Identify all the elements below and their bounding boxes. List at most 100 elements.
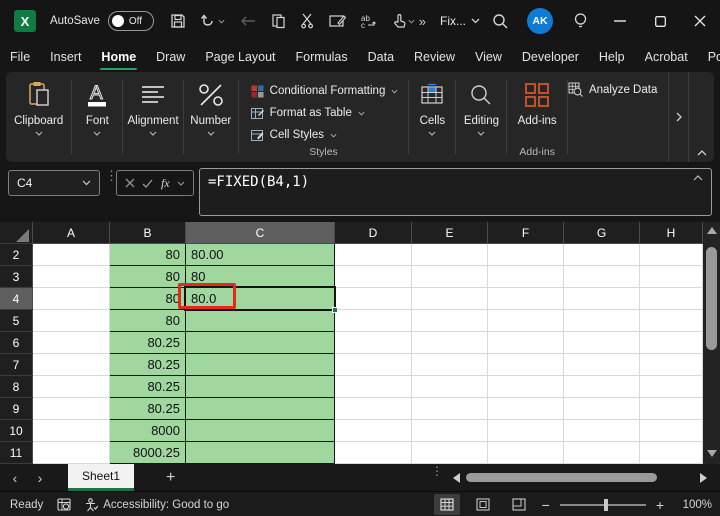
row-header-2[interactable]: 2 bbox=[0, 244, 33, 266]
sheet-tab-sheet1[interactable]: Sheet1 bbox=[68, 464, 135, 491]
document-title[interactable]: Fix... bbox=[440, 14, 480, 28]
cell-F6[interactable] bbox=[488, 332, 564, 354]
selection-fill-handle[interactable] bbox=[332, 307, 338, 313]
row-header-9[interactable]: 9 bbox=[0, 398, 33, 420]
cell-D4[interactable] bbox=[335, 288, 412, 310]
cell-F11[interactable] bbox=[488, 442, 564, 464]
cell-C7[interactable] bbox=[186, 354, 335, 376]
menu-tab-home[interactable]: Home bbox=[91, 43, 146, 71]
cell-G11[interactable] bbox=[564, 442, 640, 464]
cell-G9[interactable] bbox=[564, 398, 640, 420]
cell-C8[interactable] bbox=[186, 376, 335, 398]
vertical-scroll-thumb[interactable] bbox=[706, 247, 717, 350]
hscroll-handle[interactable]: ⋮ bbox=[431, 465, 443, 477]
scroll-down-icon[interactable] bbox=[706, 450, 717, 457]
row-header-10[interactable]: 10 bbox=[0, 420, 33, 442]
cell-H3[interactable] bbox=[640, 266, 703, 288]
column-header-G[interactable]: G bbox=[564, 222, 640, 244]
cell-H11[interactable] bbox=[640, 442, 703, 464]
column-header-C[interactable]: C bbox=[186, 222, 335, 244]
cell-D11[interactable] bbox=[335, 442, 412, 464]
menu-tab-insert[interactable]: Insert bbox=[40, 43, 91, 71]
view-page-break-button[interactable] bbox=[506, 494, 532, 515]
view-page-layout-button[interactable] bbox=[470, 494, 496, 515]
column-header-H[interactable]: H bbox=[640, 222, 703, 244]
macro-record-icon[interactable] bbox=[57, 498, 71, 511]
cell-B2[interactable]: 80 bbox=[110, 244, 186, 266]
menu-tab-draw[interactable]: Draw bbox=[146, 43, 195, 71]
row-header-7[interactable]: 7 bbox=[0, 354, 33, 376]
formula-input[interactable]: =FIXED(B4,1) bbox=[199, 168, 712, 216]
cell-F9[interactable] bbox=[488, 398, 564, 420]
cell-H9[interactable] bbox=[640, 398, 703, 420]
horizontal-scroll-thumb[interactable] bbox=[466, 473, 657, 482]
cell-C9[interactable] bbox=[186, 398, 335, 420]
cell-B4[interactable]: 80 bbox=[110, 288, 186, 310]
menu-tab-power-pivot[interactable]: Power Pivot bbox=[698, 43, 720, 71]
cell-D8[interactable] bbox=[335, 376, 412, 398]
cell-F8[interactable] bbox=[488, 376, 564, 398]
cell-B6[interactable]: 80.25 bbox=[110, 332, 186, 354]
column-header-B[interactable]: B bbox=[110, 222, 186, 244]
zoom-level[interactable]: 100% bbox=[674, 499, 712, 511]
editing-group[interactable]: Editing bbox=[456, 72, 506, 162]
menu-tab-view[interactable]: View bbox=[465, 43, 512, 71]
alignment-group[interactable]: Alignment bbox=[123, 72, 183, 162]
view-normal-button[interactable] bbox=[433, 494, 460, 515]
undo-button[interactable] bbox=[200, 13, 225, 29]
cell-E10[interactable] bbox=[412, 420, 488, 442]
row-header-4[interactable]: 4 bbox=[0, 288, 33, 310]
cell-G10[interactable] bbox=[564, 420, 640, 442]
addins-group[interactable]: Add-ins Add-ins bbox=[507, 72, 567, 162]
cell-G4[interactable] bbox=[564, 288, 640, 310]
add-sheet-button[interactable]: + bbox=[166, 469, 175, 487]
cell-D5[interactable] bbox=[335, 310, 412, 332]
cell-D10[interactable] bbox=[335, 420, 412, 442]
zoom-slider[interactable] bbox=[559, 498, 646, 511]
touch-mode-button[interactable] bbox=[392, 13, 415, 29]
column-header-A[interactable]: A bbox=[33, 222, 110, 244]
cell-B5[interactable]: 80 bbox=[110, 310, 186, 332]
cell-E3[interactable] bbox=[412, 266, 488, 288]
cell-A5[interactable] bbox=[33, 310, 110, 332]
maximize-button[interactable] bbox=[640, 0, 680, 42]
cell-A10[interactable] bbox=[33, 420, 110, 442]
select-all-corner[interactable] bbox=[0, 222, 33, 244]
row-header-3[interactable]: 3 bbox=[0, 266, 33, 288]
cell-E2[interactable] bbox=[412, 244, 488, 266]
cell-D6[interactable] bbox=[335, 332, 412, 354]
menu-tab-formulas[interactable]: Formulas bbox=[286, 43, 358, 71]
cell-D3[interactable] bbox=[335, 266, 412, 288]
copy-icon[interactable] bbox=[271, 13, 286, 29]
cell-H7[interactable] bbox=[640, 354, 703, 376]
cell-B3[interactable]: 80 bbox=[110, 266, 186, 288]
cell-B9[interactable]: 80.25 bbox=[110, 398, 186, 420]
cell-B11[interactable]: 8000.25 bbox=[110, 442, 186, 464]
menu-tab-help[interactable]: Help bbox=[589, 43, 635, 71]
cell-F7[interactable] bbox=[488, 354, 564, 376]
cell-D7[interactable] bbox=[335, 354, 412, 376]
cell-F3[interactable] bbox=[488, 266, 564, 288]
zoom-out-button[interactable]: − bbox=[542, 497, 550, 513]
zoom-slider-thumb[interactable] bbox=[603, 498, 608, 511]
row-header-6[interactable]: 6 bbox=[0, 332, 33, 354]
cancel-icon[interactable] bbox=[125, 178, 135, 188]
cell-C3[interactable]: 80 bbox=[186, 266, 335, 288]
menu-tab-developer[interactable]: Developer bbox=[512, 43, 589, 71]
cell-F10[interactable] bbox=[488, 420, 564, 442]
cell-E4[interactable] bbox=[412, 288, 488, 310]
cell-A8[interactable] bbox=[33, 376, 110, 398]
menu-tab-acrobat[interactable]: Acrobat bbox=[635, 43, 698, 71]
ribbon-expand-button[interactable] bbox=[667, 72, 690, 162]
chevron-down-icon[interactable] bbox=[177, 181, 185, 186]
menu-tab-page-layout[interactable]: Page Layout bbox=[195, 43, 285, 71]
name-box[interactable]: C4 bbox=[8, 170, 100, 196]
hscroll-right-icon[interactable] bbox=[700, 473, 707, 483]
row-header-11[interactable]: 11 bbox=[0, 442, 33, 464]
autosave-toggle[interactable]: Off bbox=[107, 11, 154, 31]
cell-A7[interactable] bbox=[33, 354, 110, 376]
column-header-E[interactable]: E bbox=[412, 222, 488, 244]
row-header-5[interactable]: 5 bbox=[0, 310, 33, 332]
analyze-data-button[interactable]: Analyze Data bbox=[568, 82, 657, 97]
cells-group[interactable]: Cells bbox=[409, 72, 455, 162]
